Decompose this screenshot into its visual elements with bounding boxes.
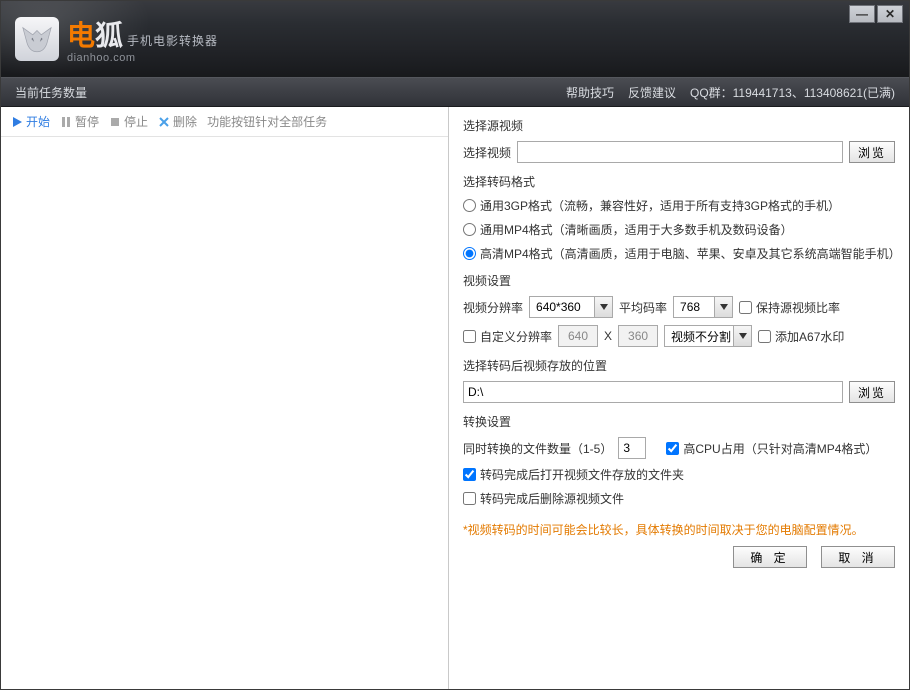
close-button[interactable]: ✕ bbox=[877, 5, 903, 23]
app-logo: 电狐 手机电影转换器 dianhoo.com bbox=[15, 14, 218, 64]
pause-icon bbox=[60, 116, 72, 128]
resolution-label: 视频分辨率 bbox=[463, 299, 523, 316]
section-output-title: 选择转码后视频存放的位置 bbox=[463, 357, 895, 374]
source-label: 选择视频 bbox=[463, 144, 511, 161]
output-path-input[interactable] bbox=[463, 381, 843, 403]
open-folder-check[interactable]: 转码完成后打开视频文件存放的文件夹 bbox=[463, 466, 684, 483]
brand-char-1: 电 bbox=[67, 20, 95, 51]
brand-subtitle: 手机电影转换器 bbox=[127, 32, 218, 49]
output-browse-button[interactable]: 浏览 bbox=[849, 381, 895, 403]
bitrate-label: 平均码率 bbox=[619, 299, 667, 316]
delete-src-check[interactable]: 转码完成后删除源视频文件 bbox=[463, 490, 624, 507]
concurrent-label: 同时转换的文件数量（1-5） bbox=[463, 440, 612, 457]
section-source-title: 选择源视频 bbox=[463, 117, 895, 134]
ok-button[interactable]: 确 定 bbox=[733, 546, 807, 568]
source-browse-button[interactable]: 浏览 bbox=[849, 141, 895, 163]
custom-height-input[interactable] bbox=[618, 325, 658, 347]
custom-res-check[interactable]: 自定义分辨率 bbox=[463, 328, 552, 345]
task-count-label: 当前任务数量 bbox=[15, 84, 87, 101]
section-format-title: 选择转码格式 bbox=[463, 173, 895, 190]
stop-button[interactable]: 停止 bbox=[109, 113, 148, 130]
help-link[interactable]: 帮助技巧 bbox=[566, 84, 614, 101]
section-format: 选择转码格式 通用3GP格式（流畅，兼容性好，适用于所有支持3GP格式的手机） … bbox=[463, 173, 895, 262]
feedback-link[interactable]: 反馈建议 bbox=[628, 84, 676, 101]
delete-button[interactable]: 删除 bbox=[158, 113, 197, 130]
split-combo[interactable]: 视频不分割 bbox=[664, 325, 752, 347]
section-convert-title: 转换设置 bbox=[463, 413, 895, 430]
format-3gp-radio[interactable]: 通用3GP格式（流畅，兼容性好，适用于所有支持3GP格式的手机） bbox=[463, 197, 840, 214]
task-list-pane: 开始 暂停 停止 删除 功能按钮针对全部任务 bbox=[1, 107, 449, 689]
source-path-input[interactable] bbox=[517, 141, 843, 163]
section-source: 选择源视频 选择视频 浏览 bbox=[463, 117, 895, 163]
format-hd-radio[interactable]: 高清MP4格式（高清画质，适用于电脑、苹果、安卓及其它系统高端智能手机） bbox=[463, 245, 895, 262]
custom-width-input[interactable] bbox=[558, 325, 598, 347]
footer-note: *视频转码的时间可能会比较长，具体转换的时间取决于您的电脑配置情况。 bbox=[463, 521, 895, 538]
keep-ratio-check[interactable]: 保持源视频比率 bbox=[739, 299, 840, 316]
qq-group-text: QQ群：119441713、113408621(已满) bbox=[690, 84, 895, 101]
section-output: 选择转码后视频存放的位置 浏览 bbox=[463, 357, 895, 403]
stop-icon bbox=[109, 116, 121, 128]
task-list bbox=[1, 137, 448, 689]
task-toolbar: 开始 暂停 停止 删除 功能按钮针对全部任务 bbox=[1, 107, 448, 137]
window-titlebar: 电狐 手机电影转换器 dianhoo.com — ✕ bbox=[1, 1, 909, 77]
concurrent-input[interactable] bbox=[618, 437, 646, 459]
toolbar-hint: 功能按钮针对全部任务 bbox=[207, 113, 327, 130]
bitrate-combo[interactable]: 768 bbox=[673, 296, 733, 318]
play-icon bbox=[11, 116, 23, 128]
x-label: X bbox=[604, 329, 612, 343]
section-video: 视频设置 视频分辨率 640*360 平均码率 768 保持源视频比率 自定义分… bbox=[463, 272, 895, 347]
start-button[interactable]: 开始 bbox=[11, 113, 50, 130]
high-cpu-check[interactable]: 高CPU占用（只针对高清MP4格式） bbox=[666, 440, 877, 457]
section-convert: 转换设置 同时转换的文件数量（1-5） 高CPU占用（只针对高清MP4格式） 转… bbox=[463, 413, 895, 507]
settings-pane: 选择源视频 选择视频 浏览 选择转码格式 通用3GP格式（流畅，兼容性好，适用于… bbox=[449, 107, 909, 689]
fox-icon bbox=[15, 17, 59, 61]
watermark-check[interactable]: 添加A67水印 bbox=[758, 328, 844, 345]
delete-icon bbox=[158, 116, 170, 128]
pause-button[interactable]: 暂停 bbox=[60, 113, 99, 130]
info-bar: 当前任务数量 帮助技巧 反馈建议 QQ群：119441713、113408621… bbox=[1, 77, 909, 107]
resolution-combo[interactable]: 640*360 bbox=[529, 296, 613, 318]
cancel-button[interactable]: 取 消 bbox=[821, 546, 895, 568]
format-mp4-radio[interactable]: 通用MP4格式（清晰画质，适用于大多数手机及数码设备） bbox=[463, 221, 793, 238]
brand-url: dianhoo.com bbox=[67, 52, 218, 64]
section-video-title: 视频设置 bbox=[463, 272, 895, 289]
minimize-button[interactable]: — bbox=[849, 5, 875, 23]
brand-char-2: 狐 bbox=[95, 20, 123, 51]
